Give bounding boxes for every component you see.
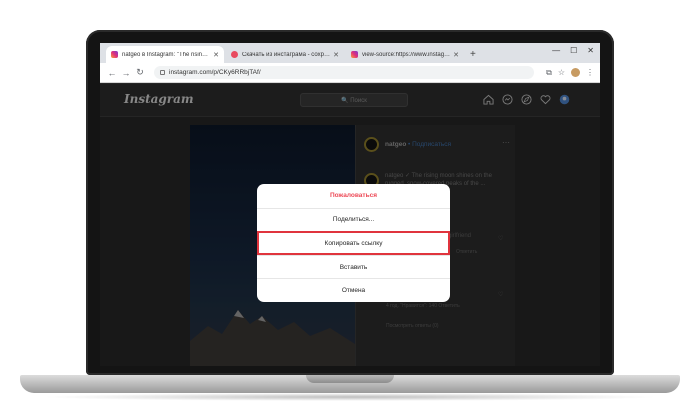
window-controls: — ☐ ✕ bbox=[552, 46, 594, 55]
back-icon[interactable]: ← bbox=[106, 68, 118, 78]
close-icon[interactable]: ✕ bbox=[333, 51, 339, 59]
instagram-favicon-icon bbox=[111, 51, 118, 58]
url-text: instagram.com/p/CKy6RRbjTAf/ bbox=[169, 69, 261, 76]
tab-label: Скачать из инстаграма - сохра… bbox=[242, 51, 331, 58]
laptop-shadow bbox=[40, 393, 660, 401]
laptop-notch bbox=[306, 375, 394, 383]
lock-icon bbox=[160, 70, 165, 75]
forward-icon[interactable]: → bbox=[120, 68, 132, 78]
profile-avatar[interactable] bbox=[571, 68, 580, 77]
browser-tab-instagram-post[interactable]: natgeo в Instagram: "The rising … ✕ bbox=[106, 46, 224, 63]
tab-label: natgeo в Instagram: "The rising … bbox=[122, 51, 211, 58]
close-icon[interactable]: ✕ bbox=[453, 51, 459, 59]
address-bar[interactable]: instagram.com/p/CKy6RRbjTAf/ bbox=[154, 66, 535, 79]
browser-tab-view-source[interactable]: view-source:https://www.instag… ✕ bbox=[346, 46, 464, 63]
close-icon[interactable]: ✕ bbox=[213, 51, 219, 59]
reload-icon[interactable]: ↻ bbox=[134, 67, 146, 78]
translate-icon[interactable]: ⧉ bbox=[546, 68, 552, 78]
tab-label: view-source:https://www.instag… bbox=[362, 51, 451, 58]
browser-tabbar: natgeo в Instagram: "The rising … ✕ Скач… bbox=[100, 43, 600, 63]
close-window-icon[interactable]: ✕ bbox=[587, 46, 594, 55]
minimize-icon[interactable]: — bbox=[552, 46, 560, 55]
new-tab-button[interactable]: + bbox=[470, 46, 476, 63]
cancel-button[interactable]: Отмена bbox=[257, 278, 450, 302]
instagram-favicon-icon bbox=[351, 51, 358, 58]
embed-button[interactable]: Вставить bbox=[257, 254, 450, 279]
laptop-screen: natgeo в Instagram: "The rising … ✕ Скач… bbox=[100, 43, 600, 366]
browser-tab-downloader[interactable]: Скачать из инстаграма - сохра… ✕ bbox=[226, 46, 344, 63]
report-button[interactable]: Пожаловаться bbox=[257, 184, 450, 208]
save-favicon-icon bbox=[231, 51, 238, 58]
menu-kebab-icon[interactable]: ⋮ bbox=[586, 68, 594, 77]
maximize-icon[interactable]: ☐ bbox=[570, 46, 577, 55]
copy-link-button[interactable]: Копировать ссылку bbox=[257, 231, 450, 255]
share-button[interactable]: Поделиться... bbox=[257, 207, 450, 232]
browser-toolbar: ← → ↻ instagram.com/p/CKy6RRbjTAf/ ⧉ ☆ ⋮ bbox=[100, 63, 600, 83]
post-options-dialog: Пожаловаться Поделиться... Копировать сс… bbox=[257, 184, 450, 302]
star-icon[interactable]: ☆ bbox=[558, 68, 565, 77]
